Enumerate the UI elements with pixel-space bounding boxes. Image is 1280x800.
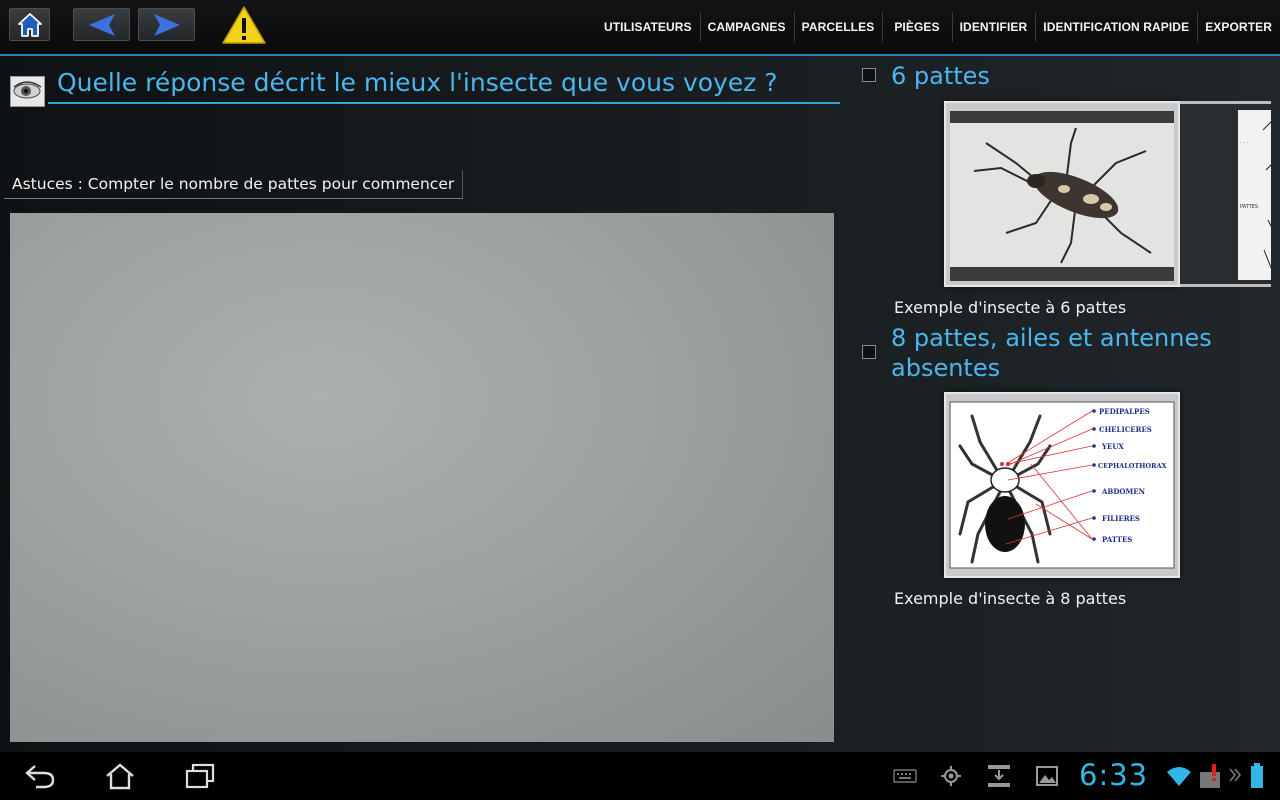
menu-identification-rapide[interactable]: IDENTIFICATION RAPIDE: [1035, 0, 1197, 54]
svg-text:· · ·: · · ·: [1240, 140, 1248, 146]
partial-label-pattes: PATTES: [1240, 204, 1258, 210]
keyboard-icon[interactable]: [893, 768, 917, 784]
menu-utilisateurs[interactable]: UTILISATEURS: [596, 0, 700, 54]
diagram-label-pedipalpes: PEDIPALPES: [1099, 407, 1150, 416]
battery-icon: [1251, 763, 1263, 788]
wifi-icon: [1167, 767, 1191, 786]
download-icon: [988, 765, 1010, 787]
gps-icon: [941, 766, 961, 786]
home-nav-icon[interactable]: [104, 762, 136, 790]
menu-parcelles[interactable]: PARCELLES: [793, 0, 883, 54]
option-8-pattes-title-line1[interactable]: 8 pattes, ailes et antennes: [891, 323, 1212, 353]
option-8-pattes-caption: Exemple d'insecte à 8 pattes: [894, 589, 1127, 608]
insect-photo: [946, 103, 1178, 285]
warning-icon[interactable]: [221, 5, 267, 45]
action-bar: UTILISATEURS CAMPAGNES PARCELLES PIÈGES …: [0, 0, 1280, 56]
diagram-label-cheliceres: CHELICERES: [1099, 425, 1152, 434]
camera-preview[interactable]: [10, 213, 834, 742]
insect-diagram-partial: · · · PATTES: [1240, 121, 1271, 269]
spider-diagram: PEDIPALPES CHELICERES YEUX CEPHALOTHORAX…: [946, 394, 1178, 576]
chevron-right-icon: [1229, 768, 1241, 782]
menu-campagnes[interactable]: CAMPAGNES: [699, 0, 794, 54]
main-content: Quelle réponse décrit le mieux l'insecte…: [0, 56, 1280, 752]
top-menu: UTILISATEURS CAMPAGNES PARCELLES PIÈGES …: [596, 0, 1280, 54]
menu-exporter[interactable]: EXPORTER: [1197, 0, 1280, 54]
hint-text: Astuces : Compter le nombre de pattes po…: [4, 170, 464, 199]
diagram-label-filieres: FILIERES: [1102, 514, 1140, 523]
option-6-pattes-caption: Exemple d'insecte à 6 pattes: [894, 298, 1127, 317]
recent-apps-icon[interactable]: [184, 762, 216, 790]
arrow-right-icon: [153, 13, 180, 36]
arrow-left-icon: [88, 13, 115, 36]
home-icon: [17, 12, 42, 37]
back-icon[interactable]: [24, 762, 56, 790]
dock-battery-alert-icon: [1200, 764, 1220, 788]
system-navigation-bar: 6:33: [0, 752, 1280, 800]
diagram-label-cephalothorax: CEPHALOTHORAX: [1098, 462, 1168, 470]
insect-6-legs-image[interactable]: [944, 101, 1180, 287]
option-6-pattes-checkbox[interactable]: [862, 68, 876, 82]
spider-diagram-image[interactable]: PEDIPALPES CHELICERES YEUX CEPHALOTHORAX…: [944, 392, 1180, 578]
image-notification-icon: [1036, 766, 1058, 786]
option-8-pattes-title-line2[interactable]: absentes: [891, 353, 1000, 383]
option-6-pattes-title[interactable]: 6 pattes: [891, 61, 990, 91]
diagram-label-pattes: PATTES: [1102, 535, 1132, 544]
diagram-label-yeux: YEUX: [1101, 442, 1124, 451]
eye-icon: [10, 76, 45, 107]
previous-button[interactable]: [73, 8, 130, 41]
question-title: Quelle réponse décrit le mieux l'insecte…: [48, 62, 840, 104]
home-button[interactable]: [9, 8, 50, 41]
diagram-label-abdomen: ABDOMEN: [1101, 487, 1146, 496]
clock: 6:33: [1079, 758, 1149, 792]
next-button[interactable]: [138, 8, 195, 41]
menu-pieges[interactable]: PIÈGES: [882, 0, 951, 54]
menu-identifier[interactable]: IDENTIFIER: [951, 0, 1036, 54]
next-image-peek[interactable]: · · · PATTES: [1180, 101, 1271, 287]
option-8-pattes-checkbox[interactable]: [862, 345, 876, 359]
